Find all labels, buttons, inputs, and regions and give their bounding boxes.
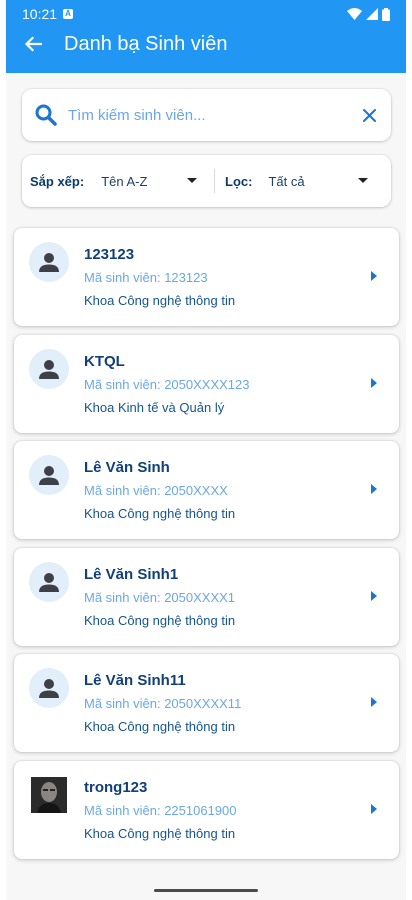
person-icon [29,562,69,602]
filter-dropdown[interactable]: Tất cả [268,173,369,189]
student-card[interactable]: KTQL Mã sinh viên: 2050XXXX123 Khoa Kinh… [14,335,399,433]
filter-label: Lọc: [225,173,253,189]
student-id: Mã sinh viên: 2050XXXX1 [84,590,236,605]
sort-dropdown[interactable]: Tên A-Z [101,173,198,189]
student-card[interactable]: Lê Văn Sinh1 Mã sinh viên: 2050XXXX1 Kho… [14,548,399,646]
student-id: Mã sinh viên: 2251061900 [84,803,237,818]
student-card[interactable]: Lê Văn Sinh11 Mã sinh viên: 2050XXXX11 K… [14,654,399,752]
search-input[interactable] [68,106,351,124]
student-faculty: Khoa Kinh tế và Quản lý [84,400,225,415]
chevron-right-icon [371,378,377,388]
student-id: Mã sinh viên: 2050XXXX123 [84,377,250,392]
search-bar [22,89,391,141]
student-card[interactable]: 123123 Mã sinh viên: 123123 Khoa Công ng… [14,228,399,326]
student-faculty: Khoa Công nghệ thông tin [84,506,236,521]
student-id: Mã sinh viên: 2050XXXX [84,483,228,498]
student-name: Lê Văn Sinh1 [84,566,179,583]
app-bar: 10:21 A Danh bạ Sinh viên [6,0,406,73]
sort-label: Sắp xếp: [30,173,85,189]
clear-search-button[interactable] [351,108,387,122]
page-title: Danh bạ Sinh viên [64,32,228,55]
signal-icon [366,8,378,20]
student-name: Lê Văn Sinh [84,459,170,476]
battery-icon [382,7,390,21]
status-bar: 10:21 A [6,0,406,28]
home-indicator[interactable] [154,889,258,892]
chevron-right-icon [371,591,377,601]
student-id: Mã sinh viên: 123123 [84,270,208,285]
student-name: Lê Văn Sinh11 [84,672,186,689]
status-time: 10:21 [22,6,58,22]
chevron-right-icon [371,697,377,707]
search-icon [26,103,66,127]
arrow-left-icon [24,36,42,52]
student-faculty: Khoa Công nghệ thông tin [84,613,236,628]
student-name: KTQL [84,353,125,370]
wifi-icon [347,8,362,20]
avatar-photo [31,777,67,813]
chevron-down-icon [358,178,369,183]
student-card[interactable]: trong123 Mã sinh viên: 2251061900 Khoa C… [14,761,399,859]
person-icon [29,668,69,708]
chevron-right-icon [371,804,377,814]
student-faculty: Khoa Công nghệ thông tin [84,719,236,734]
student-faculty: Khoa Công nghệ thông tin [84,293,236,308]
student-name: trong123 [84,779,148,796]
student-faculty: Khoa Công nghệ thông tin [84,826,236,841]
close-icon [362,108,376,122]
toolbar: Danh bạ Sinh viên [6,28,406,60]
chevron-down-icon [187,178,198,183]
person-icon [29,349,69,389]
sort-value: Tên A-Z [101,173,148,189]
person-icon [29,242,69,282]
back-button[interactable] [14,28,52,60]
notification-icon: A [63,9,74,19]
chevron-right-icon [371,484,377,494]
content-area: Sắp xếp: Tên A-Z Lọc: Tất cả 123123 Mã s… [6,73,406,900]
student-name: 123123 [84,246,135,263]
student-card[interactable]: Lê Văn Sinh Mã sinh viên: 2050XXXX Khoa … [14,441,399,539]
person-icon [29,455,69,495]
chevron-right-icon [371,271,377,281]
filter-value: Tất cả [268,173,305,189]
student-id: Mã sinh viên: 2050XXXX11 [84,696,242,711]
filter-bar: Sắp xếp: Tên A-Z Lọc: Tất cả [22,155,391,207]
